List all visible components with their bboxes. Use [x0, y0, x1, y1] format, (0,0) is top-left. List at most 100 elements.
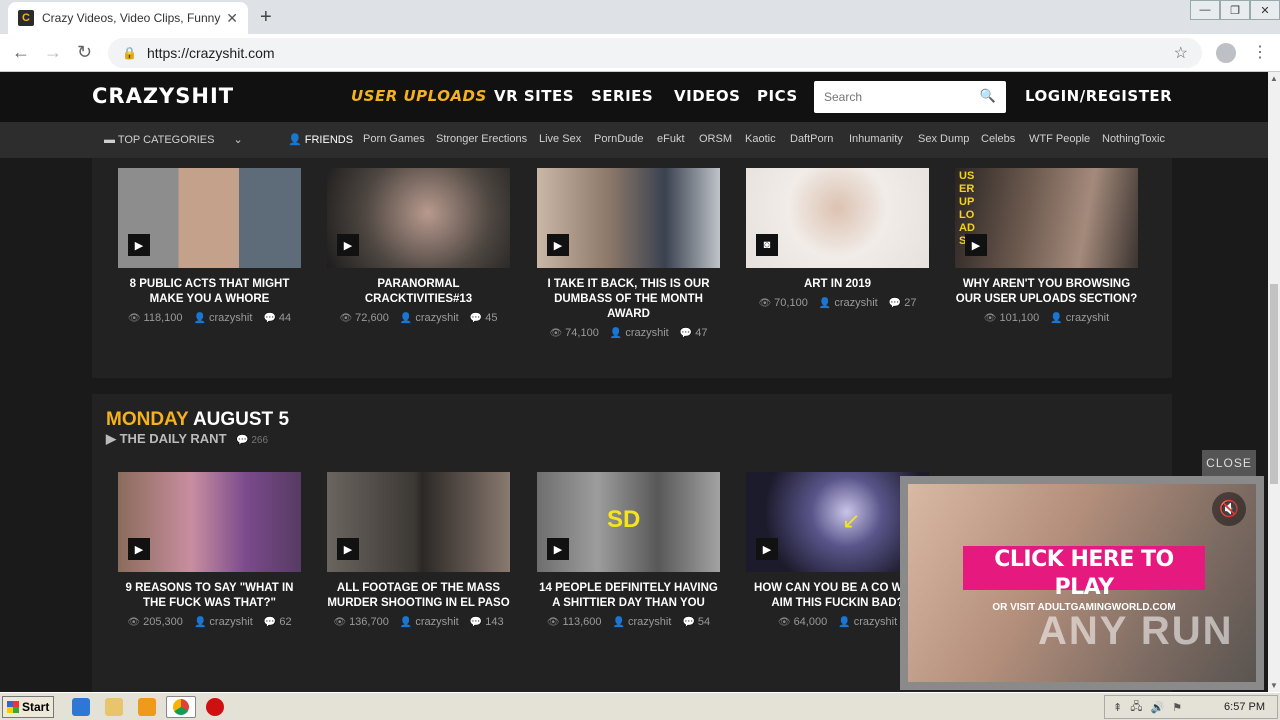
network-icon[interactable]: 🖧: [1130, 698, 1142, 717]
chevron-down-icon: ⌄: [233, 134, 243, 146]
tab-title: Crazy Videos, Video Clips, Funny Vid: [42, 11, 222, 25]
browser-tab[interactable]: C Crazy Videos, Video Clips, Funny Vid ✕: [8, 2, 248, 34]
clock: 6:57 PM: [1224, 701, 1265, 713]
video-thumbnail[interactable]: ▶: [118, 472, 301, 572]
nav-vr-sites[interactable]: VR SITES: [494, 87, 574, 105]
nav-pics[interactable]: PICS: [757, 87, 798, 105]
scroll-down-icon[interactable]: ▼: [1270, 681, 1278, 690]
cat-link[interactable]: Stronger Erections: [436, 133, 527, 145]
nav-user-uploads[interactable]: USER UPLOADS: [351, 87, 487, 105]
comment-icon: 💬: [888, 298, 902, 309]
video-card[interactable]: SD ▶ 14 PEOPLE DEFINITELY HAVING A SHITT…: [537, 472, 720, 628]
ad-cta-button[interactable]: CLICK HERE TO PLAY OR VISIT ADULTGAMINGW…: [963, 546, 1205, 613]
browser-toolbar: ← → ↻ 🔒 https://crazyshit.com ☆: [0, 34, 1280, 72]
browser-menu-icon[interactable]: ⋮: [1252, 42, 1268, 62]
search-icon[interactable]: 🔍: [980, 88, 996, 104]
bookmark-star-icon[interactable]: ☆: [1174, 43, 1188, 63]
user-icon: 👤: [1050, 313, 1063, 324]
video-thumbnail[interactable]: ▶: [118, 168, 301, 268]
ad-video[interactable]: 🔇 CLICK HERE TO PLAY OR VISIT ADULTGAMIN…: [908, 484, 1256, 682]
new-tab-icon[interactable]: +: [260, 6, 272, 29]
cat-link[interactable]: Kaotic: [745, 133, 776, 145]
cat-link[interactable]: Porn Games: [363, 133, 425, 145]
video-thumbnail[interactable]: ▶: [327, 472, 510, 572]
play-icon: ▶: [756, 538, 778, 560]
video-meta: 👁 118,100 👤 crazyshit 💬 44: [127, 312, 292, 324]
video-card[interactable]: ▶ I TAKE IT BACK, THIS IS OUR DUMBASS OF…: [537, 168, 720, 339]
minimize-icon[interactable]: —: [1190, 0, 1220, 20]
video-title[interactable]: WHY AREN'T YOU BROWSING OUR USER UPLOADS…: [955, 277, 1138, 307]
internet-explorer-icon[interactable]: [72, 698, 90, 716]
pic-title[interactable]: ART IN 2019: [746, 277, 929, 292]
forward-arrow-icon[interactable]: →: [44, 42, 62, 63]
user-icon: 👤: [193, 617, 207, 628]
video-card[interactable]: ▶ 9 REASONS TO SAY "WHAT IN THE FUCK WAS…: [118, 472, 301, 628]
views-eye-icon: 👁: [333, 617, 347, 628]
restore-icon[interactable]: ❐: [1220, 0, 1250, 20]
folder-icon: ▬: [104, 134, 118, 146]
os-taskbar: Start ⇞ 🖧 🔊 ⚑ 6:57 PM: [0, 692, 1280, 720]
volume-icon[interactable]: 🔊: [1150, 701, 1164, 714]
file-explorer-icon[interactable]: [105, 698, 123, 716]
back-arrow-icon[interactable]: ←: [12, 42, 30, 63]
video-title[interactable]: PARANORMAL CRACKTIVITIES#13: [327, 277, 510, 307]
video-card[interactable]: ▶ PARANORMAL CRACKTIVITIES#13 👁 72,600 👤 c…: [327, 168, 510, 324]
video-title[interactable]: ALL FOOTAGE OF THE MASS MURDER SHOOTING …: [327, 581, 510, 611]
video-card[interactable]: USER UPLOADS ▶ WHY AREN'T YOU BROWSING O…: [955, 168, 1138, 324]
close-window-icon[interactable]: ✕: [1250, 0, 1280, 20]
ad-close-button[interactable]: CLOSE: [1202, 450, 1256, 476]
video-card[interactable]: ▶ ALL FOOTAGE OF THE MASS MURDER SHOOTIN…: [327, 472, 510, 628]
windows-flag-icon: [7, 701, 19, 713]
search-box: 🔍: [814, 81, 1006, 113]
video-title[interactable]: 9 REASONS TO SAY "WHAT IN THE FUCK WAS T…: [118, 581, 301, 611]
cat-link[interactable]: DaftPorn: [790, 133, 833, 145]
cat-link[interactable]: Sex Dump: [918, 133, 969, 145]
login-register-link[interactable]: LOGIN/REGISTER: [1025, 87, 1172, 105]
cat-link[interactable]: WTF People: [1029, 133, 1090, 145]
video-thumbnail[interactable]: USER UPLOADS ▶: [955, 168, 1138, 268]
cat-link[interactable]: eFukt: [657, 133, 685, 145]
video-thumbnail[interactable]: SD ▶: [537, 472, 720, 572]
daily-rant-link[interactable]: ▶ THE DAILY RANT 💬 266: [106, 431, 268, 447]
start-button[interactable]: Start: [2, 696, 54, 718]
views-eye-icon: 👁: [546, 617, 560, 628]
video-title[interactable]: 14 PEOPLE DEFINITELY HAVING A SHITTIER D…: [537, 581, 720, 611]
reload-icon[interactable]: ↻: [77, 42, 92, 63]
cat-link[interactable]: Inhumanity: [849, 133, 903, 145]
views-eye-icon: 👁: [339, 313, 353, 324]
top-categories-dropdown[interactable]: ▬ TOP CATEGORIES ⌄: [104, 133, 243, 146]
chrome-taskbar-button[interactable]: [166, 696, 196, 718]
site-logo[interactable]: CRAZYSHIT: [92, 84, 234, 108]
video-meta: 👁 113,600 👤 crazyshit 💬 54: [546, 616, 711, 628]
popup-ad[interactable]: 🔇 CLICK HERE TO PLAY OR VISIT ADULTGAMIN…: [900, 476, 1264, 690]
video-title[interactable]: I TAKE IT BACK, THIS IS OUR DUMBASS OF T…: [537, 277, 720, 322]
nav-series[interactable]: SERIES: [591, 87, 653, 105]
opera-icon[interactable]: [206, 698, 224, 716]
profile-avatar-icon[interactable]: [1216, 43, 1236, 63]
page-scrollbar[interactable]: ▲ ▼: [1268, 72, 1280, 692]
cat-link[interactable]: Live Sex: [539, 133, 581, 145]
address-bar[interactable]: 🔒 https://crazyshit.com ☆: [108, 38, 1202, 68]
video-thumbnail[interactable]: ▶: [327, 168, 510, 268]
cat-link[interactable]: ORSM: [699, 133, 732, 145]
friends-label[interactable]: 👤 FRIENDS: [288, 133, 353, 146]
tray-arrow-icon[interactable]: ⇞: [1113, 701, 1122, 714]
scroll-up-icon[interactable]: ▲: [1270, 74, 1278, 83]
cat-link[interactable]: NothingToxic: [1102, 133, 1165, 145]
video-thumbnail[interactable]: ▶: [537, 168, 720, 268]
cat-link[interactable]: Celebs: [981, 133, 1015, 145]
user-icon: 👤: [399, 617, 413, 628]
user-icon: 👤: [838, 617, 851, 628]
cat-link[interactable]: PornDude: [594, 133, 644, 145]
media-player-icon[interactable]: [138, 698, 156, 716]
pic-card[interactable]: ◙ ART IN 2019 👁 70,100 👤 crazyshit 💬 27: [746, 168, 929, 309]
nav-videos[interactable]: VIDEOS: [674, 87, 740, 105]
pic-thumbnail[interactable]: ◙: [746, 168, 929, 268]
flag-icon[interactable]: ⚑: [1172, 701, 1182, 714]
scrollbar-thumb[interactable]: [1270, 284, 1278, 484]
video-title[interactable]: 8 PUBLIC ACTS THAT MIGHT MAKE YOU A WHOR…: [118, 277, 301, 307]
tab-close-icon[interactable]: ✕: [226, 10, 238, 27]
search-input[interactable]: [814, 81, 974, 113]
mute-icon[interactable]: 🔇: [1212, 492, 1246, 526]
video-card[interactable]: ▶ 8 PUBLIC ACTS THAT MIGHT MAKE YOU A WH…: [118, 168, 301, 324]
